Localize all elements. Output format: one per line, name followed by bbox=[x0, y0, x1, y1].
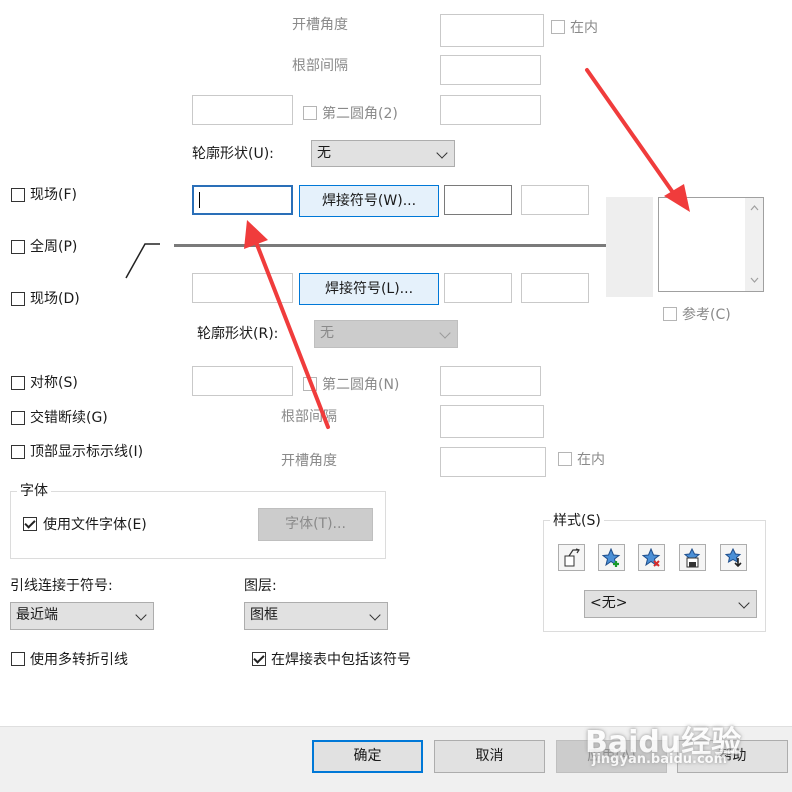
bottom-extra-input[interactable] bbox=[521, 273, 589, 303]
field-bottom-label: 现场(D) bbox=[30, 291, 80, 307]
reference-label: 参考(C) bbox=[682, 307, 731, 323]
layer-select[interactable]: 图框 bbox=[244, 602, 388, 630]
weld-symbol-button-top[interactable]: 焊接符号(W)... bbox=[299, 185, 439, 217]
style-select[interactable]: <无> bbox=[584, 590, 757, 618]
bottom-size-input[interactable] bbox=[192, 366, 293, 396]
top-weld-size-input[interactable] bbox=[192, 185, 293, 215]
reference-listbox[interactable] bbox=[658, 197, 764, 292]
contour-shape-label-top: 轮廓形状(U): bbox=[192, 146, 274, 162]
leader-line bbox=[125, 243, 160, 279]
inside-label-top: 在内 bbox=[570, 20, 598, 36]
second-fillet-checkbox-top[interactable] bbox=[303, 106, 317, 120]
top-size-input[interactable] bbox=[192, 95, 293, 125]
style-value: <无> bbox=[590, 595, 628, 611]
weld-symbol-button-bottom[interactable]: 焊接符号(L)... bbox=[299, 273, 439, 305]
ok-button[interactable]: 确定 bbox=[312, 740, 423, 773]
load-style-icon bbox=[724, 548, 742, 568]
top-display-line-checkbox[interactable] bbox=[11, 445, 25, 459]
layer-value: 图框 bbox=[250, 607, 278, 623]
delete-style-button[interactable] bbox=[638, 544, 665, 571]
symmetric-checkbox[interactable] bbox=[11, 376, 25, 390]
style-group-title: 样式(S) bbox=[550, 512, 604, 530]
bottom-pitch-input[interactable] bbox=[444, 273, 512, 303]
chevron-down-icon bbox=[135, 609, 147, 621]
leader-attach-select[interactable]: 最近端 bbox=[10, 602, 154, 630]
root-spacing-label-top: 根部间隔 bbox=[292, 58, 348, 74]
update-style-icon bbox=[564, 548, 580, 567]
second-fillet-label-bottom: 第二圆角(N) bbox=[322, 377, 400, 393]
save-style-button[interactable] bbox=[679, 544, 706, 571]
listbox-scrollbar[interactable] bbox=[745, 198, 763, 291]
scroll-up-icon[interactable] bbox=[750, 205, 759, 211]
root-spacing-input-top[interactable] bbox=[440, 55, 541, 85]
all-around-label: 全周(P) bbox=[30, 239, 78, 255]
update-style-button[interactable] bbox=[558, 544, 585, 571]
contour-shape-select-bottom[interactable]: 无 bbox=[314, 320, 458, 348]
chevron-down-icon bbox=[369, 609, 381, 621]
save-style-icon bbox=[683, 548, 701, 568]
multi-jog-checkbox[interactable] bbox=[11, 652, 25, 666]
multi-jog-label: 使用多转折引线 bbox=[30, 652, 128, 668]
second-fillet-label-top: 第二圆角(2) bbox=[322, 106, 398, 122]
field-top-checkbox[interactable] bbox=[11, 188, 25, 202]
inside-label-bottom: 在内 bbox=[577, 452, 605, 468]
star-delete-icon bbox=[642, 548, 661, 567]
top-pitch-input[interactable] bbox=[444, 185, 512, 215]
contour-shape-label-bottom: 轮廓形状(R): bbox=[197, 326, 279, 342]
bottom-length-input[interactable] bbox=[440, 366, 541, 396]
root-spacing-label-bottom: 根部间隔 bbox=[281, 409, 337, 425]
top-display-line-label: 顶部显示标示线(I) bbox=[30, 444, 144, 460]
all-around-checkbox[interactable] bbox=[11, 240, 25, 254]
contour-shape-value-top: 无 bbox=[317, 145, 331, 161]
inside-checkbox-top[interactable] bbox=[551, 20, 565, 34]
symmetric-label: 对称(S) bbox=[30, 375, 78, 391]
reference-checkbox[interactable] bbox=[663, 307, 677, 321]
leader-attach-label: 引线连接于符号: bbox=[10, 578, 113, 594]
scroll-down-icon[interactable] bbox=[750, 277, 759, 283]
watermark-url: jingyan.baidu.com bbox=[592, 752, 728, 767]
second-fillet-checkbox-bottom[interactable] bbox=[303, 377, 317, 391]
use-doc-font-label: 使用文件字体(E) bbox=[43, 517, 147, 533]
chevron-down-icon bbox=[439, 327, 451, 339]
inside-checkbox-bottom[interactable] bbox=[558, 452, 572, 466]
reference-line bbox=[174, 244, 608, 247]
field-top-label: 现场(F) bbox=[30, 187, 77, 203]
star-add-icon bbox=[602, 548, 621, 567]
load-style-button[interactable] bbox=[720, 544, 747, 571]
layer-label: 图层: bbox=[244, 578, 277, 594]
include-in-table-checkbox[interactable] bbox=[252, 652, 266, 666]
add-style-button[interactable] bbox=[598, 544, 625, 571]
contour-shape-value-bottom: 无 bbox=[320, 325, 334, 341]
text-cursor bbox=[199, 192, 200, 208]
font-group-title: 字体 bbox=[17, 482, 51, 500]
chevron-down-icon bbox=[738, 597, 750, 609]
red-arrow-to-listbox bbox=[585, 68, 690, 212]
root-spacing-input-bottom[interactable] bbox=[440, 405, 544, 438]
groove-angle-label-bottom: 开槽角度 bbox=[281, 453, 337, 469]
font-button[interactable]: 字体(T)... bbox=[258, 508, 373, 541]
top-length-input[interactable] bbox=[440, 95, 541, 125]
symbol-tail-area bbox=[606, 197, 653, 297]
top-extra-input[interactable] bbox=[521, 185, 589, 215]
leader-attach-value: 最近端 bbox=[16, 607, 58, 623]
groove-angle-input-bottom[interactable] bbox=[440, 447, 546, 477]
field-bottom-checkbox[interactable] bbox=[11, 292, 25, 306]
contour-shape-select-top[interactable]: 无 bbox=[311, 140, 455, 167]
bottom-weld-size-input[interactable] bbox=[192, 273, 293, 303]
staggered-label: 交错断续(G) bbox=[30, 410, 108, 426]
use-doc-font-checkbox[interactable] bbox=[23, 517, 37, 531]
cancel-button[interactable]: 取消 bbox=[434, 740, 545, 773]
groove-angle-label-top: 开槽角度 bbox=[292, 17, 348, 33]
include-in-table-label: 在焊接表中包括该符号 bbox=[271, 652, 411, 668]
staggered-checkbox[interactable] bbox=[11, 411, 25, 425]
groove-angle-input-top[interactable] bbox=[440, 14, 544, 47]
chevron-down-icon bbox=[436, 147, 448, 159]
